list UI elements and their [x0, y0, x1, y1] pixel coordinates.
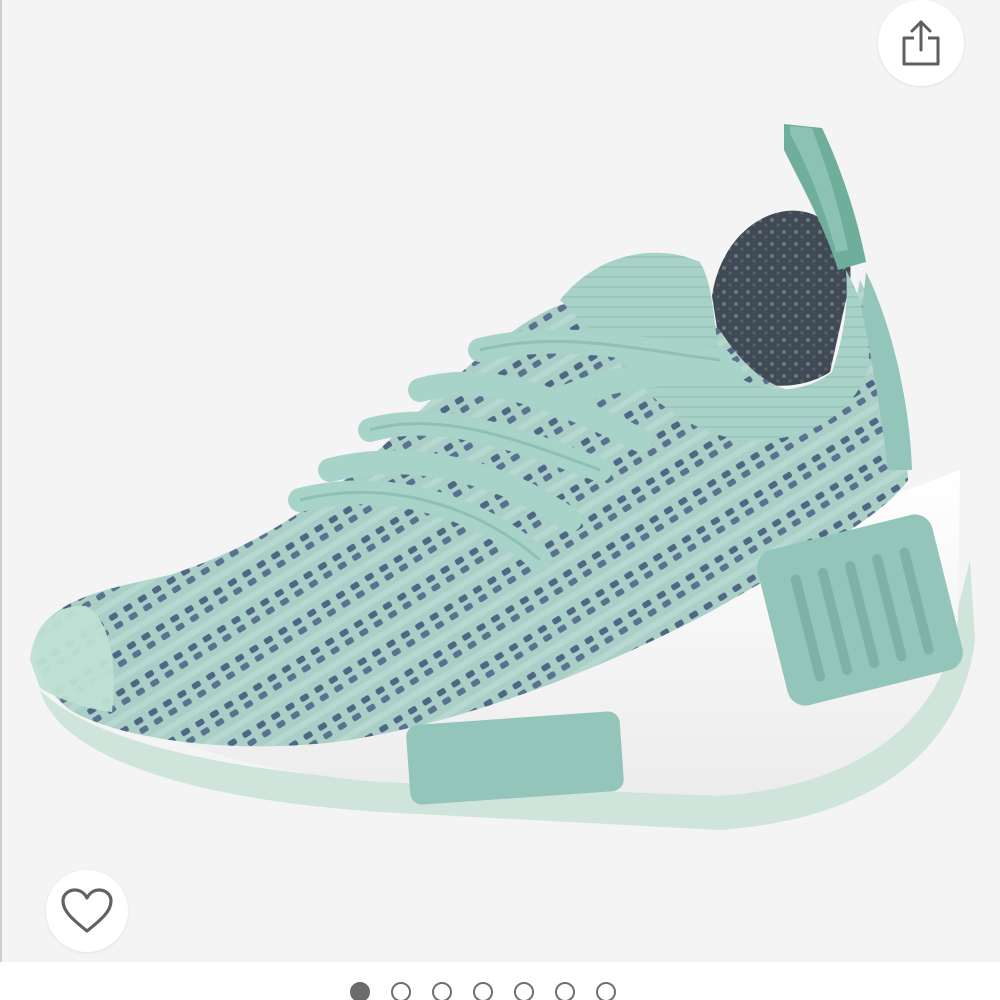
pager-dot-7[interactable] — [596, 982, 616, 1000]
share-button[interactable] — [878, 0, 964, 86]
image-viewer[interactable] — [0, 0, 1000, 1000]
pager-dot-2[interactable] — [391, 982, 411, 1000]
wishlist-button[interactable] — [46, 870, 128, 952]
product-image[interactable] — [0, 0, 1000, 962]
pager-dot-1[interactable] — [350, 982, 370, 1000]
pager-dot-3[interactable] — [432, 982, 452, 1000]
share-icon — [902, 20, 940, 66]
pager-dot-6[interactable] — [555, 982, 575, 1000]
pager-dot-5[interactable] — [514, 982, 534, 1000]
front-plug — [406, 711, 624, 805]
heart-outline-icon — [61, 888, 113, 933]
image-pager — [0, 962, 1000, 1000]
pager-dots — [350, 982, 616, 1000]
pager-dot-4[interactable] — [473, 982, 493, 1000]
